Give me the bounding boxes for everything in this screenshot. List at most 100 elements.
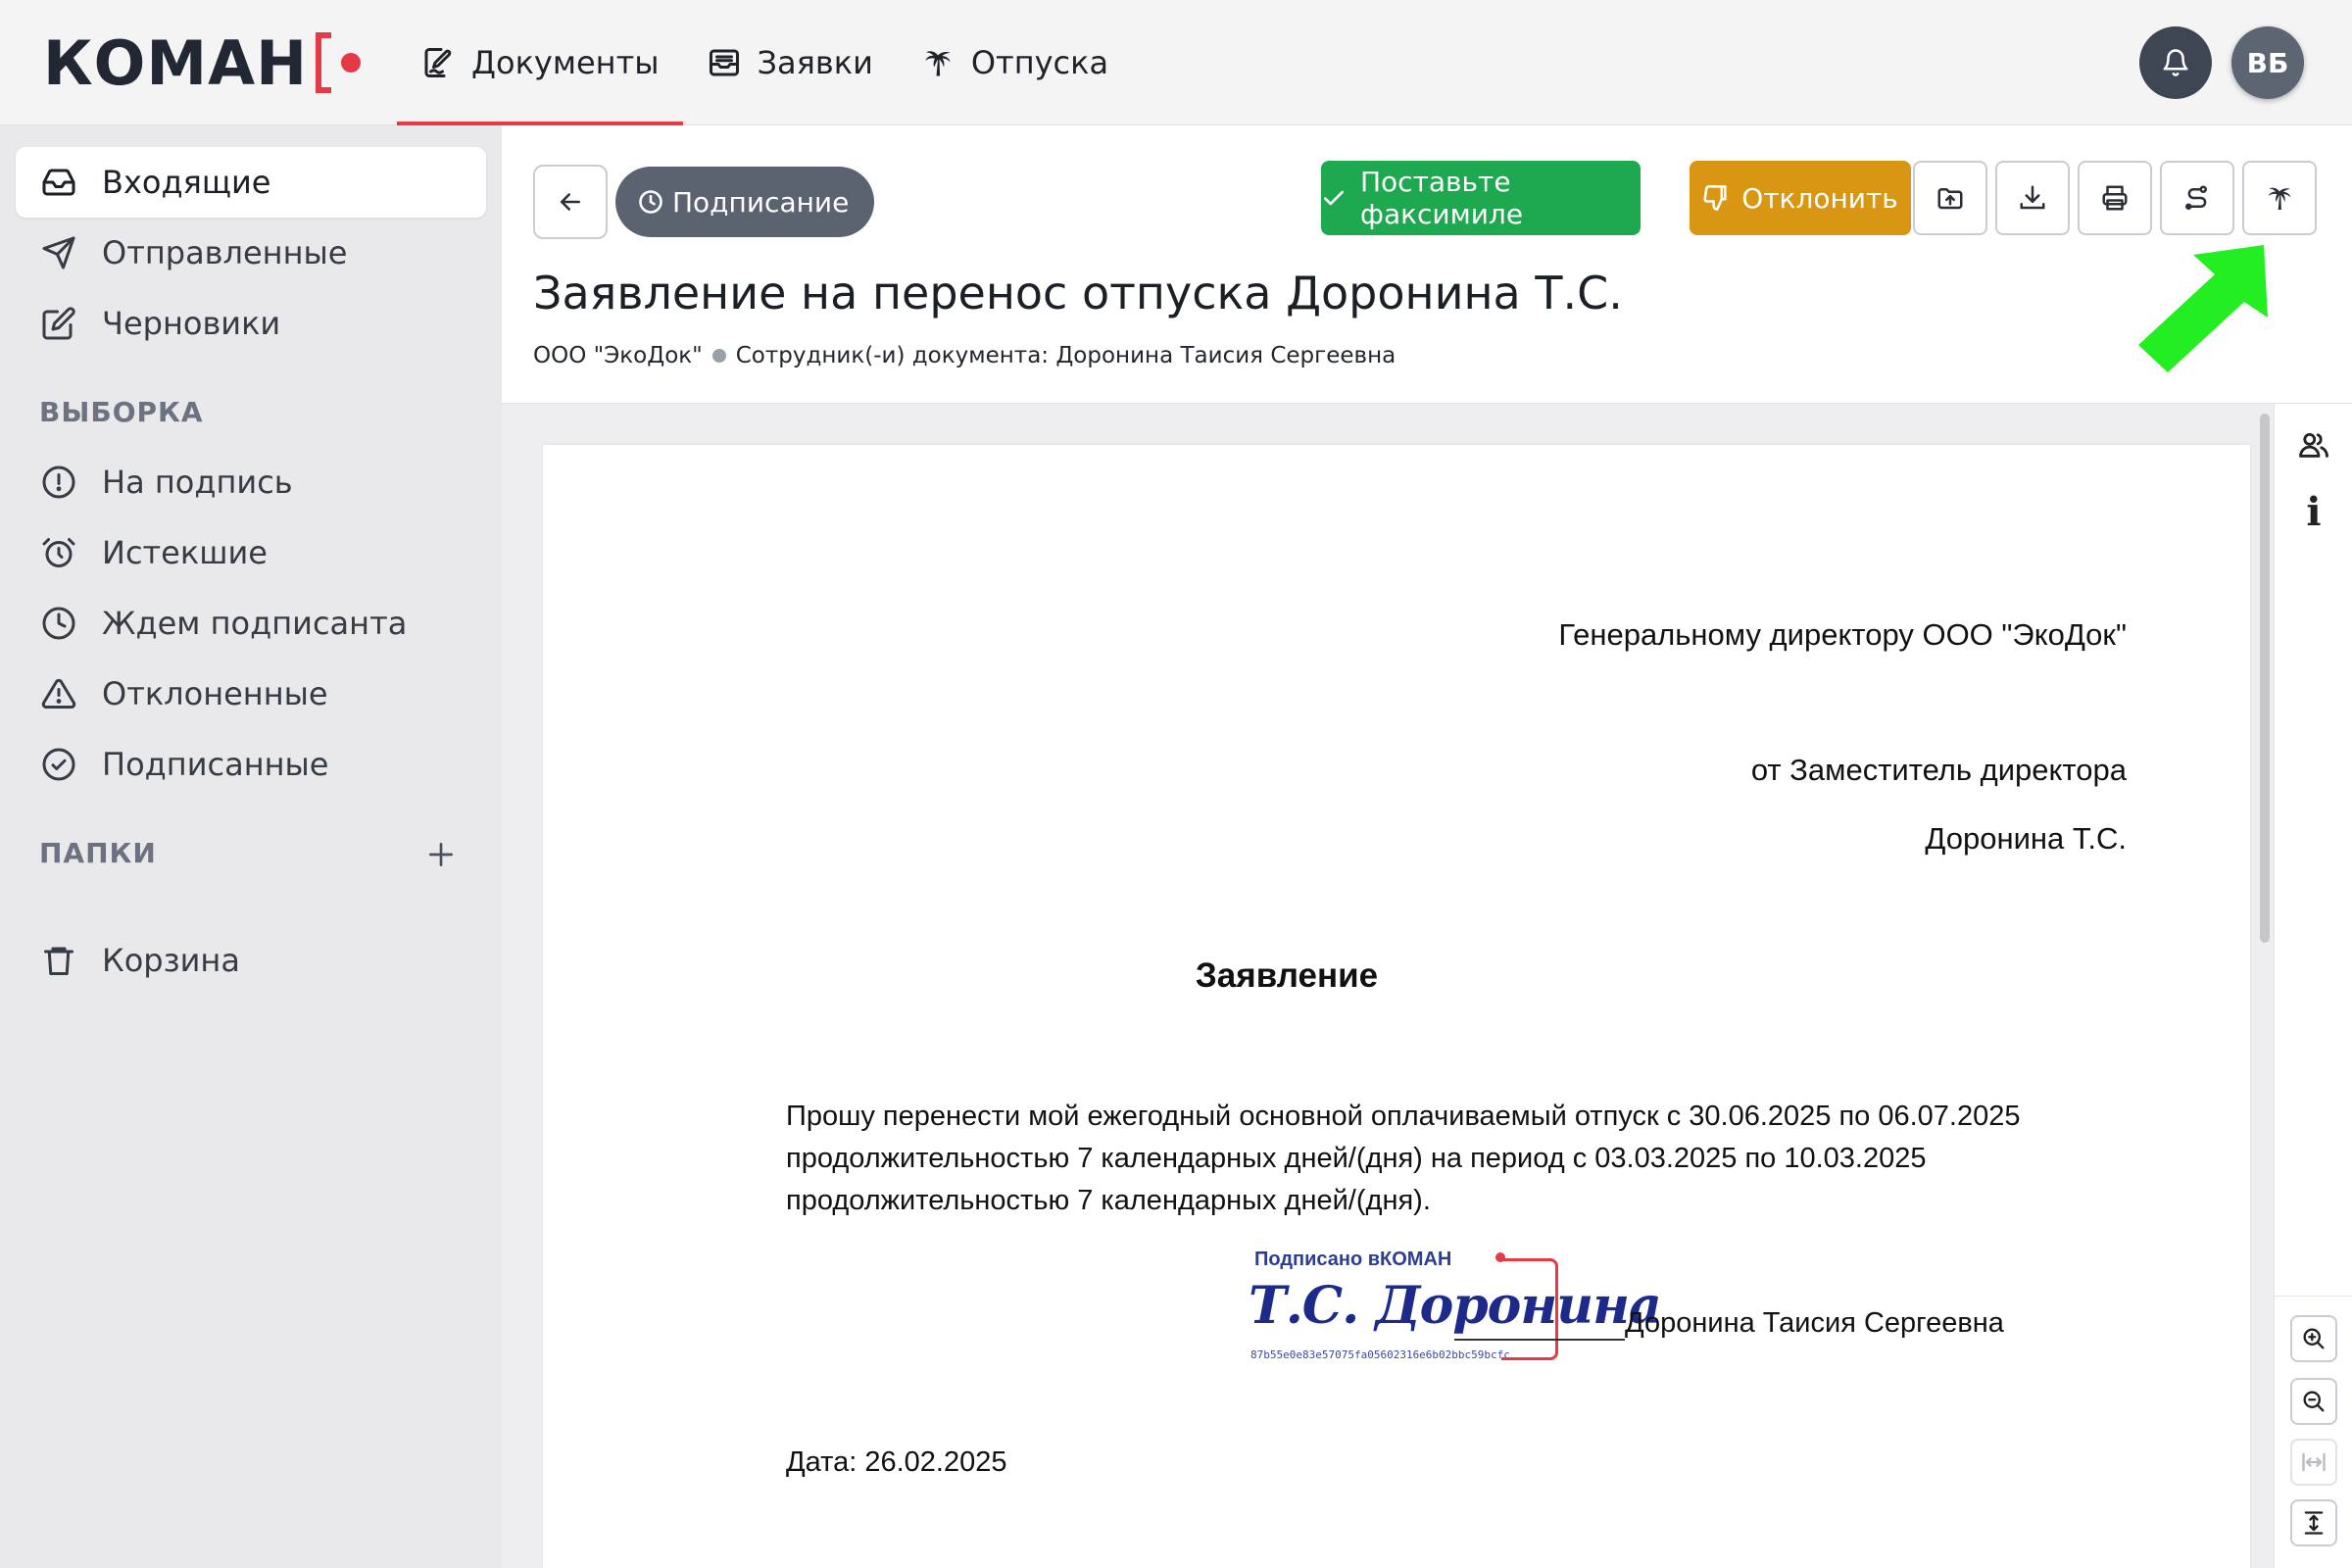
top-bar: КОМАН Документы Заявки Отпуска ВБ xyxy=(0,0,2352,126)
highlight-arrow xyxy=(2138,245,2268,372)
viewer-scrollbar[interactable] xyxy=(2260,414,2270,943)
sidebar-item-label: На подпись xyxy=(102,464,293,501)
fit-height-button[interactable] xyxy=(2290,1499,2337,1546)
plus-icon xyxy=(425,839,457,870)
participants-button[interactable] xyxy=(2292,423,2335,466)
bell-icon xyxy=(2161,48,2190,77)
reject-label: Отклонить xyxy=(1741,181,1898,215)
handwritten-signature: Т.С. Доронина xyxy=(1249,1276,1662,1336)
sidebar-item-label: Ждем подписанта xyxy=(102,605,408,642)
status-badge: Подписание xyxy=(615,167,875,237)
reject-button[interactable]: Отклонить xyxy=(1690,161,1911,235)
users-icon xyxy=(2297,428,2330,462)
upload-folder-icon xyxy=(1936,183,1965,213)
sidebar-item-sent[interactable]: Отправленные xyxy=(16,218,486,288)
print-button[interactable] xyxy=(2078,161,2152,235)
zoom-out-button[interactable] xyxy=(2290,1378,2337,1425)
document-body: Прошу перенести мой ежегодный основной о… xyxy=(786,1096,2158,1222)
palm-tree-icon xyxy=(2264,182,2295,214)
inbox-tray-icon xyxy=(707,45,742,80)
separator-dot xyxy=(711,349,726,363)
alarm-clock-icon xyxy=(41,535,76,570)
sidebar-item-waiting-signer[interactable]: Ждем подписанта xyxy=(16,588,486,659)
route-button[interactable] xyxy=(2160,161,2234,235)
signature-hash: 87b55e0e83e57075fa05602316e6b02bbc59bcfc xyxy=(1250,1348,1510,1361)
check-circle-icon xyxy=(41,747,76,782)
nav-documents[interactable]: Документы xyxy=(397,0,683,126)
fit-width-icon xyxy=(2300,1448,2328,1476)
from-line-position: от Заместитель директора xyxy=(1750,753,2127,787)
zoom-out-icon xyxy=(2300,1388,2328,1415)
user-avatar[interactable]: ВБ xyxy=(2231,26,2304,99)
section-title-folders: ПАПКИ xyxy=(39,837,157,869)
sidebar: Входящие Отправленные Черновики ВЫБОРКА … xyxy=(0,125,502,1568)
clock-icon xyxy=(41,606,76,641)
organization-name: ООО "ЭкоДок" xyxy=(533,343,703,368)
vacation-button[interactable] xyxy=(2242,161,2317,235)
status-label: Подписание xyxy=(672,185,850,219)
info-icon[interactable]: i xyxy=(2292,488,2335,537)
document-viewer: Генеральному директору ООО "ЭкоДок" от З… xyxy=(502,404,2274,1568)
sidebar-item-drafts[interactable]: Черновики xyxy=(16,288,486,359)
body-line: продолжительностью 7 календарных дней/(д… xyxy=(786,1143,1927,1174)
print-icon xyxy=(2100,183,2130,213)
app-logo[interactable]: КОМАН xyxy=(43,26,361,99)
zoom-in-icon xyxy=(2300,1325,2328,1352)
sidebar-item-signed[interactable]: Подписанные xyxy=(16,729,486,800)
zoom-in-button[interactable] xyxy=(2290,1315,2337,1362)
body-line: Прошу перенести мой ежегодный основной о… xyxy=(786,1101,2021,1132)
check-icon xyxy=(1321,185,1360,211)
sidebar-item-label: Истекшие xyxy=(102,534,268,571)
notifications-button[interactable] xyxy=(2139,26,2212,99)
from-line-name: Доронина Т.С. xyxy=(1925,821,2127,856)
sidebar-item-label: Черновики xyxy=(102,305,281,342)
trash-icon xyxy=(41,943,76,978)
sidebar-item-label: Подписанные xyxy=(102,746,329,783)
sidebar-item-label: Входящие xyxy=(102,164,271,201)
download-button[interactable] xyxy=(1995,161,2070,235)
arrow-left-icon xyxy=(556,187,585,217)
download-icon xyxy=(2018,183,2047,213)
exclamation-circle-icon xyxy=(41,465,76,500)
signature-stamp: Подписано вКОМАН Т.С. Доронина 87b55e0e8… xyxy=(1249,1247,1662,1361)
document-date: Дата: 26.02.2025 xyxy=(786,1446,1007,1478)
logo-bracket xyxy=(315,32,331,93)
sidebar-item-inbox[interactable]: Входящие xyxy=(16,147,486,218)
clock-icon xyxy=(637,188,672,216)
fit-height-icon xyxy=(2300,1509,2328,1537)
document-meta: ООО "ЭкоДок" Сотрудник(-и) документа: До… xyxy=(533,343,1396,368)
body-line: продолжительностью 7 календарных дней/(д… xyxy=(786,1185,1431,1216)
inbox-icon xyxy=(41,165,76,200)
warning-triangle-icon xyxy=(41,676,76,711)
document-edit-icon xyxy=(420,45,456,80)
pencil-square-icon xyxy=(41,306,76,341)
nav-requests-label: Заявки xyxy=(757,44,873,81)
addressee-line: Генеральному директору ООО "ЭкоДок" xyxy=(1558,617,2127,652)
upload-button[interactable] xyxy=(1913,161,1987,235)
signature-stamp-label: Подписано вКОМАН xyxy=(1254,1249,1452,1270)
signer-name: Доронина Таисия Сергеевна xyxy=(1625,1307,2004,1339)
nav-requests[interactable]: Заявки xyxy=(683,0,897,125)
sidebar-item-trash[interactable]: Корзина xyxy=(16,925,486,996)
document-employees: Сотрудник(-и) документа: Доронина Таисия… xyxy=(735,343,1396,368)
thumbs-down-icon xyxy=(1702,184,1741,212)
document-heading: Заявление xyxy=(1195,956,1379,995)
document-page: Генеральному директору ООО "ЭкоДок" от З… xyxy=(543,445,2250,1568)
fit-width-button[interactable] xyxy=(2290,1439,2337,1486)
place-facsimile-label: Поставьте факсимиле xyxy=(1360,166,1524,230)
sidebar-item-to-sign[interactable]: На подпись xyxy=(16,447,486,517)
back-button[interactable] xyxy=(533,165,608,239)
sidebar-item-label: Корзина xyxy=(102,942,240,979)
document-header: Подписание Поставьте факсимиле Отклонить xyxy=(502,125,2352,404)
logo-text: КОМАН xyxy=(43,26,308,99)
place-facsimile-button[interactable]: Поставьте факсимиле xyxy=(1321,161,1641,235)
add-folder-button[interactable] xyxy=(421,835,461,874)
nav-vacations[interactable]: Отпуска xyxy=(897,0,1132,125)
stamp-frame xyxy=(1501,1258,1558,1360)
sidebar-item-label: Отправленные xyxy=(102,234,348,271)
sidebar-item-expired[interactable]: Истекшие xyxy=(16,517,486,588)
sidebar-item-rejected[interactable]: Отклоненные xyxy=(16,659,486,729)
right-rail: i xyxy=(2274,404,2352,1568)
palm-tree-icon xyxy=(920,45,956,80)
route-icon xyxy=(2182,183,2212,213)
